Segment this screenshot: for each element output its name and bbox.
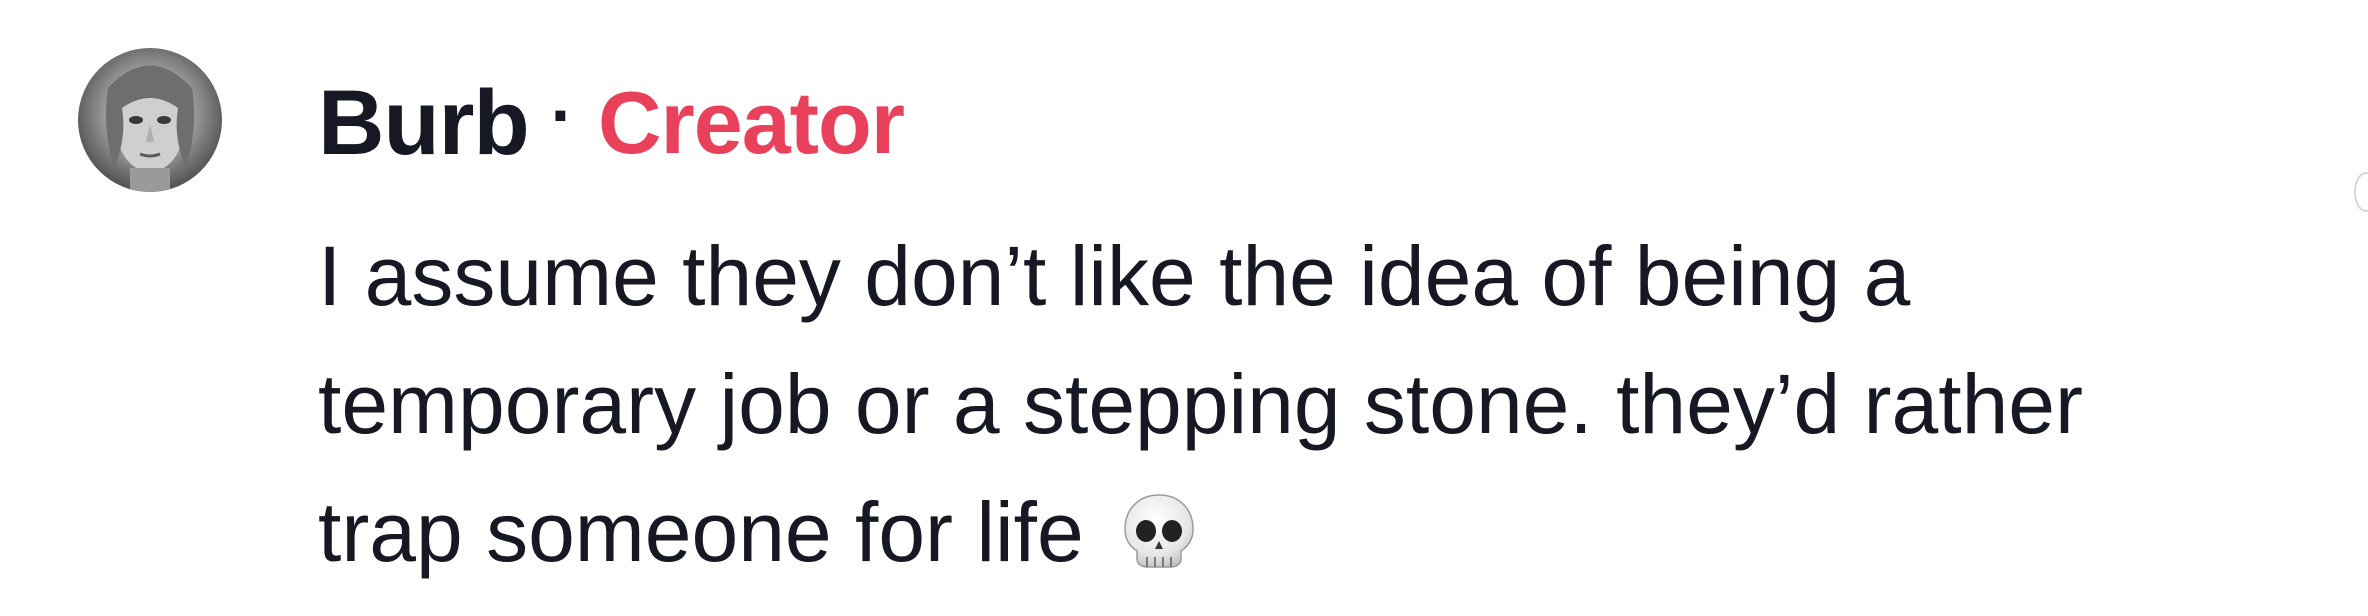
comment-text-line: temporary job or a stepping stone. they’…: [318, 357, 2083, 451]
skull-emoji-icon: [1117, 480, 1201, 568]
comment-item: Burb · Creator I assume they don’t like …: [0, 0, 2368, 616]
avatar[interactable]: [78, 48, 222, 192]
avatar-portrait-icon: [106, 65, 194, 192]
comment-text: I assume they don’t like the idea of bei…: [318, 212, 2348, 596]
separator-dot: ·: [550, 76, 574, 154]
edge-like-icon-partial[interactable]: [2354, 172, 2368, 212]
comment-text-line: I assume they don’t like the idea of bei…: [318, 229, 1911, 323]
comment-text-line-last: trap someone for life: [318, 468, 2348, 596]
comment-text-line: trap someone for life: [318, 485, 1084, 579]
username[interactable]: Burb: [318, 71, 530, 176]
comment-header: Burb · Creator: [318, 58, 905, 188]
creator-badge: Creator: [597, 73, 905, 172]
